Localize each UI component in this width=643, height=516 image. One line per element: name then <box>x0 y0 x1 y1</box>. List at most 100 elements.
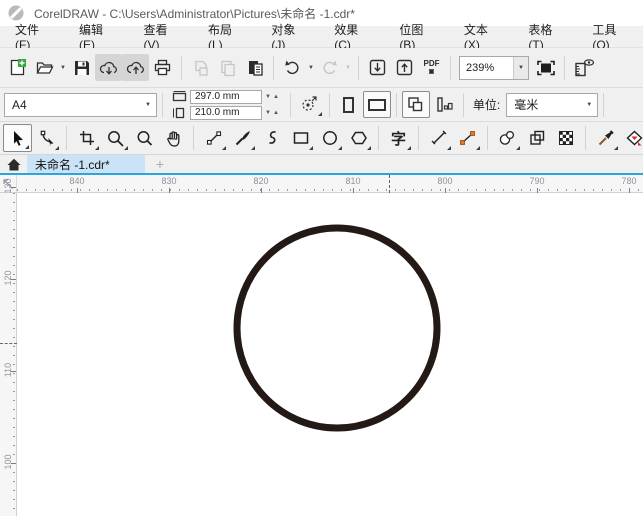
publish-pdf-button[interactable]: PDF ▣ <box>418 54 445 81</box>
landscape-orientation-button[interactable] <box>362 91 391 118</box>
property-bar: A4 ▼ 297.0 mm ▼▲ 210.0 mm ▼▲ 单位: 毫米 ▼ <box>0 88 643 122</box>
crop-icon <box>79 131 94 145</box>
toolbox-separator <box>487 126 488 150</box>
dimension-tool[interactable] <box>424 124 453 152</box>
page-size-combobox[interactable]: A4 ▼ <box>4 92 157 117</box>
vertical-ruler[interactable]: 130 120 110 100 <box>0 178 17 516</box>
paste-icon <box>248 60 263 76</box>
portrait-orientation-button[interactable] <box>335 91 363 118</box>
all-pages-button[interactable] <box>401 91 430 118</box>
units-value: 毫米 <box>514 98 539 112</box>
document-tab-active[interactable]: 未命名 -1.cdr* <box>27 155 145 173</box>
ruler-row: 840 830 820 810 800 790 780 <box>0 175 643 193</box>
shadow-tool[interactable] <box>493 124 522 152</box>
transparency-icon <box>529 130 544 145</box>
checkerboard-icon <box>558 131 573 145</box>
eyedropper-tool[interactable] <box>591 124 620 152</box>
pattern-fill-tool[interactable] <box>551 124 580 152</box>
toolbox-separator <box>585 126 586 150</box>
page-size-value: A4 <box>12 97 27 112</box>
crop-tool[interactable] <box>72 124 101 152</box>
window-title: CorelDRAW - C:\Users\Administrator\Pictu… <box>34 6 355 21</box>
connector-icon <box>460 131 475 145</box>
page-width-field[interactable]: 297.0 mm <box>190 89 262 104</box>
zoom-level-caret[interactable]: ▼ <box>513 56 528 79</box>
save-floppy-icon <box>74 60 89 75</box>
page-width-icon <box>172 91 187 102</box>
nudge-offset-button[interactable] <box>296 91 324 118</box>
page-dimensions: 297.0 mm ▼▲ 210.0 mm ▼▲ <box>172 89 281 120</box>
page-width-spinner[interactable]: ▼▲ <box>265 94 281 100</box>
cloud-download-button[interactable] <box>95 54 122 81</box>
bspline-tool[interactable] <box>257 124 286 152</box>
undo-icon <box>285 60 299 75</box>
shape-tool[interactable] <box>32 124 61 152</box>
redo-icon <box>323 60 337 75</box>
toolbar-separator <box>358 55 359 80</box>
open-dropdown-caret[interactable]: ▼ <box>58 65 68 71</box>
document-tab-bar: 未命名 -1.cdr* + <box>0 155 643 175</box>
horizontal-ruler[interactable]: 840 830 820 810 800 790 780 <box>17 175 643 193</box>
open-button[interactable] <box>31 54 58 81</box>
page-height-spinner[interactable]: ▼▲ <box>265 110 281 116</box>
page-height-field[interactable]: 210.0 mm <box>190 105 262 120</box>
blend-circles-icon <box>499 130 515 145</box>
new-tab-button[interactable]: + <box>145 155 175 173</box>
text-tool-icon: 字 <box>390 130 406 148</box>
units-combobox[interactable]: 毫米 ▼ <box>506 92 599 117</box>
show-rulers-button[interactable] <box>570 54 597 81</box>
propbar-separator <box>328 92 330 117</box>
undo-dropdown-caret[interactable]: ▼ <box>306 65 316 71</box>
transparency-tool[interactable] <box>522 124 551 152</box>
copy-button[interactable] <box>214 54 241 81</box>
ellipse-shape[interactable] <box>17 193 643 516</box>
zoom-out-tool[interactable] <box>130 124 159 152</box>
propbar-separator <box>162 92 163 117</box>
ruler-eye-icon <box>574 58 594 76</box>
ruler-cursor-mark-x <box>389 175 390 193</box>
export-icon <box>396 59 413 76</box>
current-page-button[interactable] <box>430 91 458 118</box>
text-tool[interactable]: 字 <box>384 124 413 152</box>
freehand-line-icon <box>206 131 221 145</box>
fullscreen-preview-button[interactable] <box>532 54 559 81</box>
pick-tool[interactable] <box>3 124 32 152</box>
toolbar-separator <box>273 55 274 80</box>
document-tab-title: 未命名 -1.cdr* <box>35 157 110 172</box>
cloud-upload-icon <box>126 61 144 74</box>
redo-dropdown-caret[interactable]: ▼ <box>343 65 353 71</box>
cloud-upload-button[interactable] <box>122 54 149 81</box>
print-icon <box>154 59 171 76</box>
current-page-icon <box>437 97 453 112</box>
freehand-tool[interactable] <box>199 124 228 152</box>
connector-tool[interactable] <box>453 124 482 152</box>
export-button[interactable] <box>391 54 418 81</box>
pan-tool[interactable] <box>159 124 188 152</box>
save-button[interactable] <box>68 54 95 81</box>
polygon-tool[interactable] <box>344 124 373 152</box>
new-document-button[interactable] <box>4 54 31 81</box>
zoom-level-combobox[interactable]: 239% ▼ <box>459 55 529 80</box>
propbar-separator <box>289 92 291 117</box>
pick-arrow-icon <box>13 131 23 146</box>
interactive-fill-tool[interactable] <box>620 124 643 152</box>
welcome-home-button[interactable] <box>0 155 27 173</box>
toolbar-separator <box>181 55 182 80</box>
ellipse-tool[interactable] <box>315 124 344 152</box>
import-button[interactable] <box>364 54 391 81</box>
toolbox: 字 <box>0 122 643 155</box>
propbar-separator <box>395 92 397 117</box>
cut-button[interactable] <box>187 54 214 81</box>
fill-diamond-icon <box>626 130 643 146</box>
menu-bar: 文件(F) 编辑(E) 查看(V) 布局(L) 对象(J) 效果(C) 位图(B… <box>0 23 643 52</box>
coreldraw-logo-icon <box>8 5 24 21</box>
hand-icon <box>167 130 180 147</box>
zoom-tool[interactable] <box>101 124 130 152</box>
print-button[interactable] <box>149 54 176 81</box>
artistic-media-tool[interactable] <box>228 124 257 152</box>
undo-button[interactable] <box>279 54 306 81</box>
redo-button[interactable] <box>316 54 343 81</box>
rectangle-tool[interactable] <box>286 124 315 152</box>
paste-button[interactable] <box>241 54 268 81</box>
drawing-canvas[interactable] <box>17 193 643 516</box>
